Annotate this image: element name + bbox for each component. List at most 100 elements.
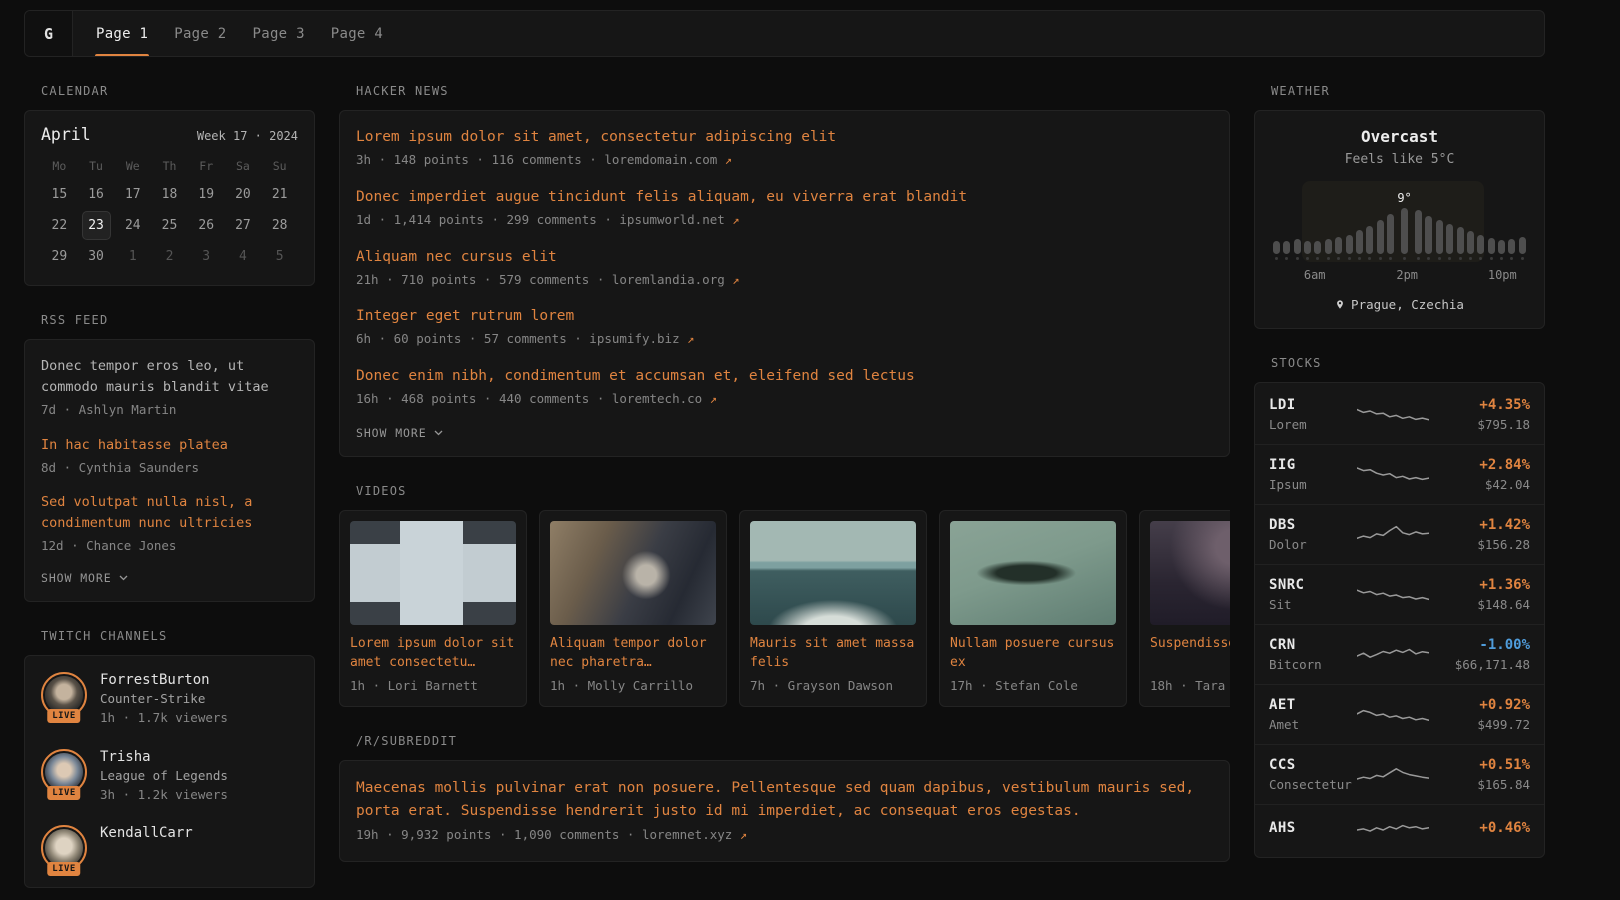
twitch-channel-row[interactable]: LIVE Trisha League of Legends 3h · 1.2k … (41, 749, 298, 805)
calendar-day: 21 (261, 180, 298, 209)
hour-dot (1296, 257, 1299, 260)
time-label: 6am (1304, 268, 1326, 282)
channel-name: ForrestBurton (100, 672, 228, 688)
calendar-day: 4 (225, 242, 262, 271)
subreddit-post-title[interactable]: Maecenas mollis pulvinar erat non posuer… (356, 777, 1213, 823)
show-more-label: SHOW MORE (41, 571, 112, 585)
video-title[interactable]: Mauris sit amet massa felis (750, 634, 916, 673)
calendar-day: 16 (78, 180, 115, 209)
video-title[interactable]: Nullam posuere cursus ex (950, 634, 1116, 673)
hn-item: Donec imperdiet augue tincidunt felis al… (356, 187, 1213, 230)
peak-temperature-label: 9° (1397, 191, 1411, 205)
stock-row[interactable]: IIG Ipsum +2.84% $42.04 (1255, 444, 1544, 504)
video-title[interactable]: Suspendisse diam (1150, 634, 1230, 673)
hn-item-domain[interactable]: ipsumify.biz (589, 331, 679, 346)
stock-row[interactable]: CRN Bitcorn -1.00% $66,171.48 (1255, 624, 1544, 684)
weather-location: Prague, Czechia (1271, 297, 1528, 312)
hn-item-domain[interactable]: loremdomain.com (604, 152, 717, 167)
stock-ticker: SNRC (1269, 577, 1357, 593)
hn-item-domain[interactable]: loremlandia.org (612, 272, 725, 287)
video-title[interactable]: Lorem ipsum dolor sit amet consectetu… (350, 634, 516, 673)
calendar-day: 2 (151, 242, 188, 271)
hour-dot (1479, 257, 1482, 260)
weather-hour-column (1346, 235, 1353, 260)
stock-change: -1.00% (1455, 637, 1530, 653)
weather-hour-column (1325, 239, 1332, 260)
hn-item-title[interactable]: Aliquam nec cursus elit (356, 247, 1213, 268)
video-thumbnail[interactable] (350, 521, 516, 625)
temperature-bar (1436, 220, 1443, 254)
hn-item-title[interactable]: Lorem ipsum dolor sit amet, consectetur … (356, 127, 1213, 148)
stock-change: +2.84% (1479, 457, 1530, 473)
video-thumbnail[interactable] (550, 521, 716, 625)
rss-item-title[interactable]: Sed volutpat nulla nisl, a condimentum n… (41, 492, 298, 534)
temperature-bar (1446, 224, 1453, 254)
calendar-day: 29 (41, 242, 78, 271)
video-card[interactable]: Lorem ipsum dolor sit amet consectetu… 1… (339, 510, 527, 707)
subreddit-post: Maecenas mollis pulvinar erat non posuer… (356, 777, 1213, 845)
stock-ticker: CCS (1269, 757, 1357, 773)
video-title[interactable]: Aliquam tempor dolor nec pharetra… (550, 634, 716, 673)
hn-item-domain[interactable]: ipsumworld.net (619, 212, 724, 227)
stock-identity: SNRC Sit (1269, 577, 1357, 612)
video-card[interactable]: Mauris sit amet massa felis 7h · Grayson… (739, 510, 927, 707)
hour-dot (1438, 257, 1441, 260)
right-column: WEATHER Overcast Feels like 5°C (1254, 57, 1545, 858)
twitch-section-title: TWITCH CHANNELS (41, 629, 315, 643)
rss-show-more-button[interactable]: SHOW MORE (41, 571, 128, 585)
temperature-bar (1401, 208, 1408, 254)
video-card[interactable]: Aliquam tempor dolor nec pharetra… 1h · … (539, 510, 727, 707)
page-tab[interactable]: Page 2 (161, 11, 239, 56)
weekday-label: Tu (78, 159, 115, 173)
hour-dot (1490, 257, 1493, 260)
stock-identity: LDI Lorem (1269, 397, 1357, 432)
twitch-channel-row[interactable]: LIVE KendallCarr (41, 825, 298, 871)
hn-item-title[interactable]: Donec imperdiet augue tincidunt felis al… (356, 187, 1213, 208)
stock-name: Lorem (1269, 417, 1357, 432)
hour-dot (1403, 257, 1406, 260)
channel-meta: 1h · 1.7k viewers (100, 709, 228, 728)
hackernews-section-title: HACKER NEWS (356, 84, 1230, 98)
show-more-label: SHOW MORE (356, 426, 427, 440)
subreddit-post-domain[interactable]: loremnet.xyz (642, 827, 732, 842)
weather-hour-column: 9° (1397, 191, 1411, 260)
rss-item-title[interactable]: In hac habitasse platea (41, 435, 298, 456)
stock-ticker: LDI (1269, 397, 1357, 413)
weekday-label: Mo (41, 159, 78, 173)
calendar-header: April Week 17 · 2024 (41, 125, 298, 144)
weather-hour-column (1335, 237, 1342, 260)
video-thumbnail[interactable] (750, 521, 916, 625)
hackernews-show-more-button[interactable]: SHOW MORE (356, 426, 443, 440)
stock-values: +1.42% $156.28 (1477, 517, 1530, 552)
stock-row[interactable]: AET Amet +0.92% $499.72 (1255, 684, 1544, 744)
hn-item-title[interactable]: Donec enim nibh, condimentum et accumsan… (356, 366, 1213, 387)
hn-item-domain[interactable]: loremtech.co (612, 391, 702, 406)
page-tab[interactable]: Page 1 (83, 11, 161, 56)
video-card[interactable]: Nullam posuere cursus ex 17h · Stefan Co… (939, 510, 1127, 707)
page-tabs: Page 1Page 2Page 3Page 4 (73, 11, 396, 56)
stock-row[interactable]: CCS Consectetur +0.51% $165.84 (1255, 744, 1544, 804)
page-tab[interactable]: Page 3 (240, 11, 318, 56)
stock-row[interactable]: DBS Dolor +1.42% $156.28 (1255, 504, 1544, 564)
stock-row[interactable]: SNRC Sit +1.36% $148.64 (1255, 564, 1544, 624)
page-tab[interactable]: Page 4 (318, 11, 396, 56)
stock-row[interactable]: AHS +0.46% (1255, 804, 1544, 855)
hour-dot (1337, 257, 1340, 260)
hour-dot (1417, 257, 1420, 260)
stock-row[interactable]: LDI Lorem +4.35% $795.18 (1255, 385, 1544, 444)
twitch-channel-row[interactable]: LIVE ForrestBurton Counter-Strike 1h · 1… (41, 672, 298, 728)
stock-change: +1.42% (1477, 517, 1530, 533)
channel-info: ForrestBurton Counter-Strike 1h · 1.7k v… (100, 672, 228, 728)
video-thumbnail[interactable] (950, 521, 1116, 625)
channel-name: KendallCarr (100, 825, 193, 841)
video-meta: 7h · Grayson Dawson (750, 677, 916, 696)
video-card[interactable]: Suspendisse diam 18h · Tara (1139, 510, 1230, 707)
logo[interactable]: G (25, 11, 73, 56)
rss-item-title[interactable]: Donec tempor eros leo, ut commodo mauris… (41, 356, 298, 398)
hn-item-title[interactable]: Integer eget rutrum lorem (356, 306, 1213, 327)
hour-dot (1448, 257, 1451, 260)
time-label: 2pm (1396, 268, 1418, 282)
video-thumbnail[interactable] (1150, 521, 1230, 625)
temperature-bar (1294, 239, 1301, 254)
calendar-day: 20 (225, 180, 262, 209)
